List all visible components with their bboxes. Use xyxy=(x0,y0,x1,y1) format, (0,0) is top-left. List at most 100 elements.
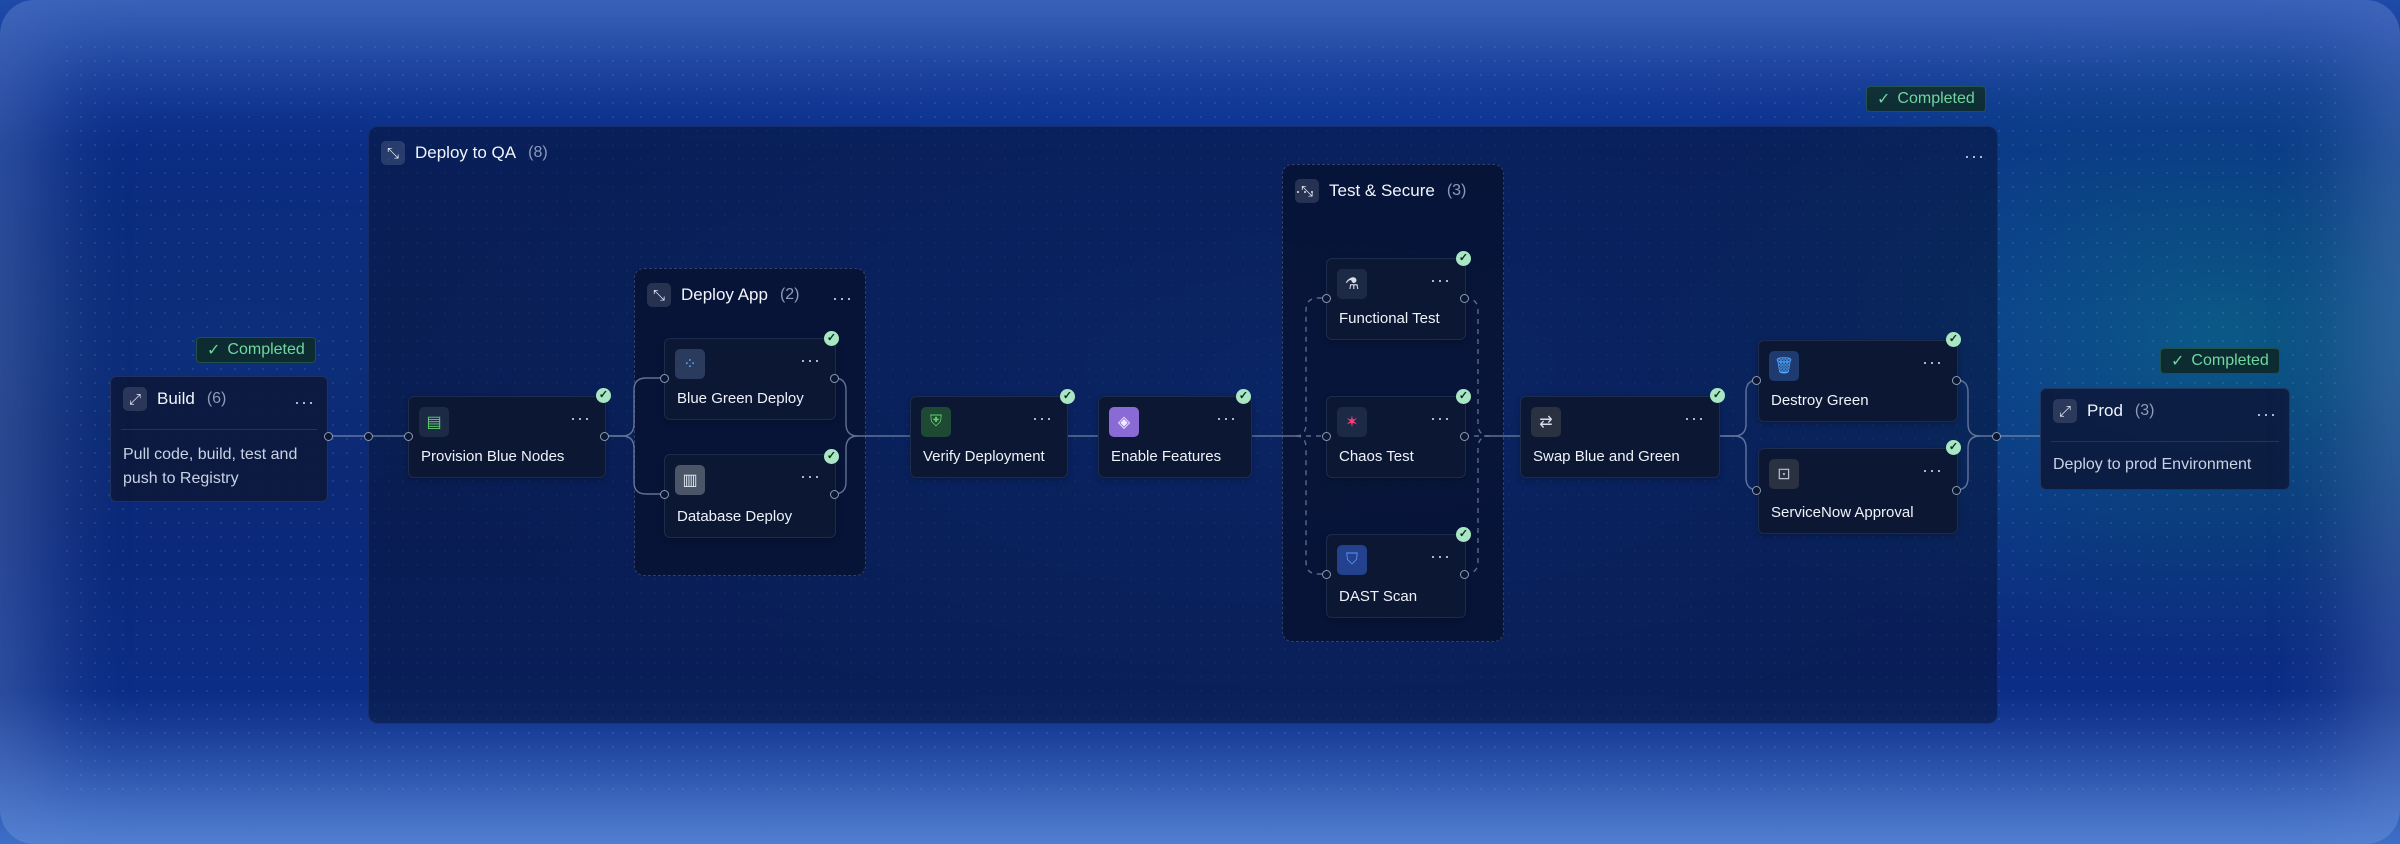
approval-icon: ⊡ xyxy=(1769,459,1799,489)
connector-port[interactable] xyxy=(404,432,413,441)
more-options-icon[interactable]: ··· xyxy=(1922,353,1943,371)
success-icon: ✓ xyxy=(1060,389,1075,404)
description-line: Pull code, build, test and xyxy=(123,446,298,463)
connector-port[interactable] xyxy=(1992,432,2001,441)
step-label: Swap Blue and Green xyxy=(1533,448,1680,465)
more-options-icon[interactable]: ··· xyxy=(1032,409,1053,427)
connector-port[interactable] xyxy=(1952,376,1961,385)
divider xyxy=(121,429,317,430)
connector-port[interactable] xyxy=(1460,570,1469,579)
connector-port[interactable] xyxy=(830,490,839,499)
stage-count: (6) xyxy=(206,390,227,407)
grid-icon: ⁘ xyxy=(675,349,705,379)
status-badge-qa: ✓ Completed xyxy=(1866,86,1986,112)
success-icon: ✓ xyxy=(824,331,839,346)
more-options-icon[interactable]: ··· xyxy=(800,351,821,369)
more-options-icon[interactable]: ··· xyxy=(2256,405,2277,423)
step-label: Database Deploy xyxy=(677,508,793,525)
check-icon: ✓ xyxy=(1877,91,1891,108)
connector-port[interactable] xyxy=(660,490,669,499)
step-label: Functional Test xyxy=(1339,310,1440,327)
more-options-icon[interactable]: ··· xyxy=(1430,409,1451,427)
trash-icon: 🗑 xyxy=(1769,351,1799,381)
swap-icon: ⇄ xyxy=(1531,407,1561,437)
pipeline-canvas: ⤡ Deploy to QA (8) ··· ⤡ Deploy App (2) … xyxy=(0,0,2400,844)
connector-port[interactable] xyxy=(1322,432,1331,441)
description-line: push to Registry xyxy=(123,470,239,487)
status-label: Completed xyxy=(1897,90,1975,107)
connector-port[interactable] xyxy=(1322,294,1331,303)
connector-port[interactable] xyxy=(1322,570,1331,579)
success-icon: ✓ xyxy=(1946,440,1961,455)
more-options-icon[interactable]: ··· xyxy=(1430,271,1451,289)
expand-icon[interactable]: ⤢ xyxy=(2053,399,2077,423)
more-options-icon[interactable]: ··· xyxy=(1922,461,1943,479)
step-functional-test[interactable]: ⚗ ··· Functional Test xyxy=(1326,258,1466,340)
step-label: DAST Scan xyxy=(1339,588,1418,605)
step-label: ServiceNow Approval xyxy=(1771,504,1914,521)
success-icon: ✓ xyxy=(1456,389,1471,404)
step-database-deploy[interactable]: ▥ ··· Database Deploy xyxy=(664,454,836,538)
step-label: Destroy Green xyxy=(1771,392,1869,409)
more-options-icon[interactable]: ··· xyxy=(1216,409,1237,427)
step-verify-deployment[interactable]: ⛨ ··· Verify Deployment xyxy=(910,396,1068,478)
connector-port[interactable] xyxy=(1952,486,1961,495)
step-dast-scan[interactable]: ⛉ ··· DAST Scan xyxy=(1326,534,1466,618)
step-label: Enable Features xyxy=(1111,448,1222,465)
stage-title: Build xyxy=(157,389,195,408)
step-label: Provision Blue Nodes xyxy=(421,448,565,465)
more-options-icon[interactable]: ··· xyxy=(294,393,315,411)
step-chaos-test[interactable]: ✶ ··· Chaos Test xyxy=(1326,396,1466,478)
stage-header: ⤢ Prod (3) xyxy=(2053,399,2154,423)
shield-check-icon: ⛨ xyxy=(921,407,951,437)
stage-count: (3) xyxy=(2134,402,2155,419)
check-icon: ✓ xyxy=(207,342,221,359)
status-badge-build: ✓ Completed xyxy=(196,337,316,363)
step-swap-blue-green[interactable]: ⇄ ··· Swap Blue and Green xyxy=(1520,396,1720,478)
connector-port[interactable] xyxy=(600,432,609,441)
success-icon: ✓ xyxy=(1710,388,1725,403)
connector-port[interactable] xyxy=(660,374,669,383)
database-icon: ▥ xyxy=(675,465,705,495)
success-icon: ✓ xyxy=(1456,251,1471,266)
step-enable-features[interactable]: ◈ ··· Enable Features xyxy=(1098,396,1252,478)
stage-description: Deploy to prod Environment xyxy=(2053,456,2252,473)
success-icon: ✓ xyxy=(1946,332,1961,347)
success-icon: ✓ xyxy=(1456,527,1471,542)
connector-port[interactable] xyxy=(1460,294,1469,303)
stage-description: Pull code, build, test and push to Regis… xyxy=(123,443,297,491)
more-options-icon[interactable]: ··· xyxy=(1430,547,1451,565)
check-icon: ✓ xyxy=(2171,353,2185,370)
step-provision-blue-nodes[interactable]: ▤ ··· Provision Blue Nodes xyxy=(408,396,606,478)
step-blue-green-deploy[interactable]: ⁘ ··· Blue Green Deploy xyxy=(664,338,836,420)
more-options-icon[interactable]: ··· xyxy=(800,467,821,485)
divider xyxy=(2051,441,2279,442)
step-servicenow-approval[interactable]: ⊡ ··· ServiceNow Approval xyxy=(1758,448,1958,534)
stage-title: Prod xyxy=(2087,401,2123,420)
success-icon: ✓ xyxy=(824,449,839,464)
chaos-icon: ✶ xyxy=(1337,407,1367,437)
status-label: Completed xyxy=(227,341,305,358)
connector-port[interactable] xyxy=(364,432,373,441)
nodes-icon: ▤ xyxy=(419,407,449,437)
flask-icon: ⚗ xyxy=(1337,269,1367,299)
connector-port[interactable] xyxy=(1752,486,1761,495)
security-scan-icon: ⛉ xyxy=(1337,545,1367,575)
status-badge-prod: ✓ Completed xyxy=(2160,348,2280,374)
stage-build[interactable]: ⤢ Build (6) ··· Pull code, build, test a… xyxy=(110,376,328,502)
connector-port[interactable] xyxy=(1752,376,1761,385)
step-destroy-green[interactable]: 🗑 ··· Destroy Green xyxy=(1758,340,1958,422)
connector-port[interactable] xyxy=(1460,432,1469,441)
connector-port[interactable] xyxy=(324,432,333,441)
connector-port[interactable] xyxy=(830,374,839,383)
more-options-icon[interactable]: ··· xyxy=(1684,409,1705,427)
expand-icon[interactable]: ⤢ xyxy=(123,387,147,411)
stage-header: ⤢ Build (6) xyxy=(123,387,226,411)
feature-flag-icon: ◈ xyxy=(1109,407,1139,437)
more-options-icon[interactable]: ··· xyxy=(570,409,591,427)
status-label: Completed xyxy=(2191,352,2269,369)
step-label: Verify Deployment xyxy=(923,448,1045,465)
stage-prod[interactable]: ⤢ Prod (3) ··· Deploy to prod Environmen… xyxy=(2040,388,2290,490)
success-icon: ✓ xyxy=(1236,389,1251,404)
success-icon: ✓ xyxy=(596,388,611,403)
